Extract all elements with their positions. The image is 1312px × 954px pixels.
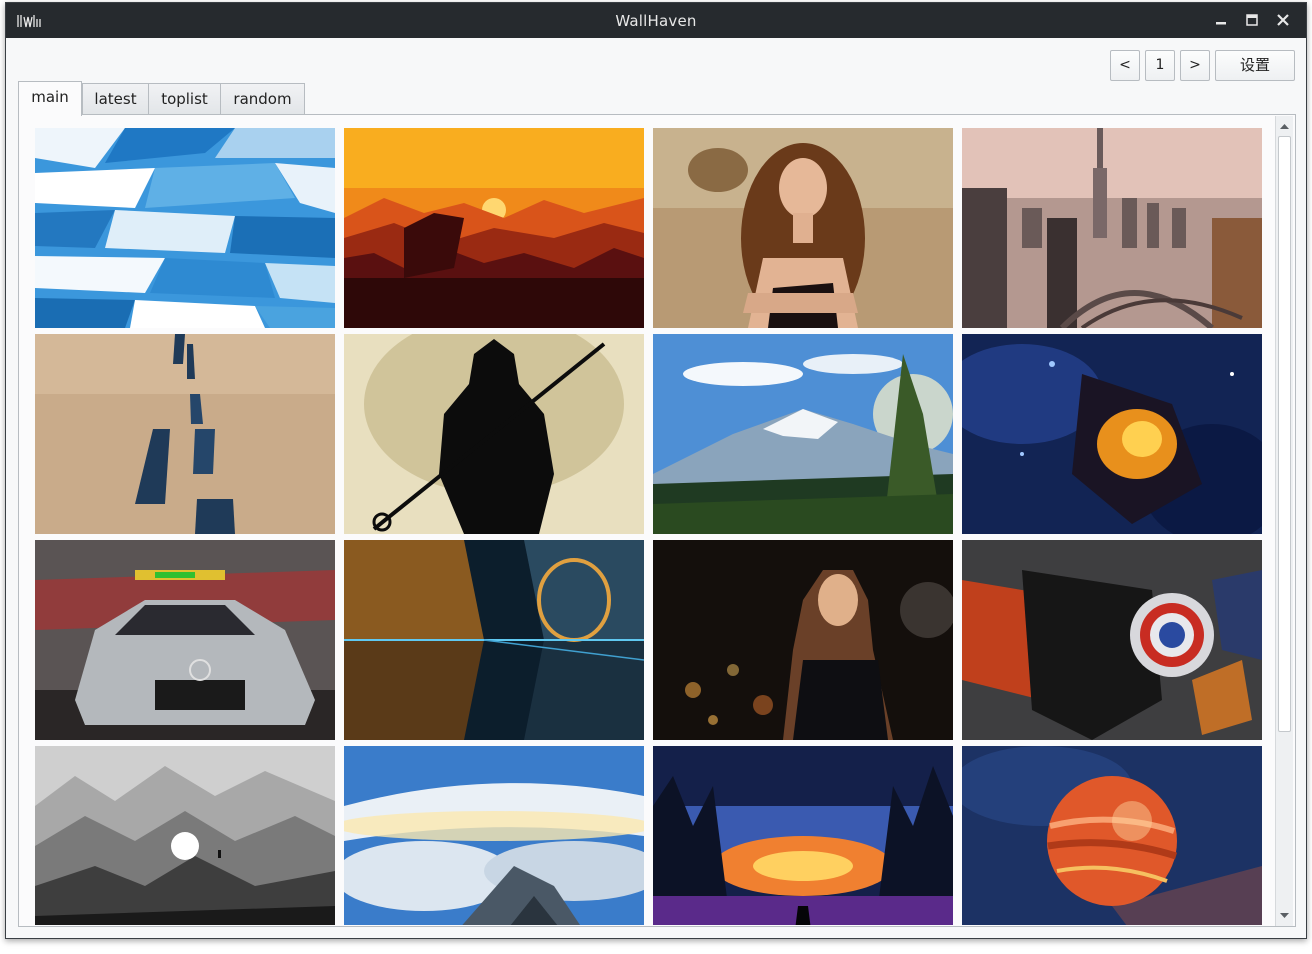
page-number-button[interactable]: 1 bbox=[1145, 50, 1175, 81]
neon-forest-sunset-image bbox=[653, 746, 953, 925]
title-bar[interactable]: WallHaven bbox=[6, 3, 1306, 38]
next-page-button[interactable]: > bbox=[1180, 50, 1210, 81]
settings-button[interactable]: 设置 bbox=[1215, 50, 1295, 81]
sea-of-clouds-image bbox=[344, 746, 644, 925]
tab-main[interactable]: main bbox=[18, 81, 82, 116]
wallpaper-thumbnail[interactable] bbox=[35, 746, 335, 925]
wallpaper-thumbnail[interactable] bbox=[653, 334, 953, 534]
city-skyline-image bbox=[962, 128, 1262, 328]
desert-road-image bbox=[35, 334, 335, 534]
tab-random[interactable]: random bbox=[220, 83, 305, 115]
misty-mountains-image bbox=[35, 746, 335, 925]
wallpaper-thumbnail[interactable] bbox=[962, 128, 1262, 328]
night-city-woman-image bbox=[653, 540, 953, 740]
tab-latest[interactable]: latest bbox=[82, 83, 149, 115]
wallpaper-thumbnail[interactable] bbox=[962, 746, 1262, 925]
previous-page-button[interactable]: < bbox=[1110, 50, 1140, 81]
wallpaper-thumbnail[interactable] bbox=[962, 540, 1262, 740]
wallpaper-thumbnail[interactable] bbox=[344, 128, 644, 328]
curly-hair-woman-image bbox=[653, 128, 953, 328]
scrollbar-thumb[interactable] bbox=[1278, 136, 1291, 732]
snowy-mountain-image bbox=[653, 334, 953, 534]
wallpaper-thumbnail[interactable] bbox=[35, 540, 335, 740]
wallpaper-thumbnail[interactable] bbox=[344, 540, 644, 740]
wallpaper-thumbnail[interactable] bbox=[344, 746, 644, 925]
wallpaper-thumbnail[interactable] bbox=[653, 746, 953, 925]
red-planet-image bbox=[962, 746, 1262, 925]
panther-captain-image bbox=[962, 540, 1262, 740]
wallpaper-thumbnail[interactable] bbox=[653, 128, 953, 328]
safety-car-image bbox=[35, 540, 335, 740]
blue-shards-image bbox=[35, 128, 335, 328]
tab-toplist[interactable]: toplist bbox=[148, 83, 221, 115]
vertical-scrollbar[interactable] bbox=[1275, 116, 1293, 926]
maximize-icon[interactable] bbox=[1243, 11, 1261, 29]
wallpaper-thumbnail[interactable] bbox=[35, 128, 335, 328]
app-window: WallHaven < 1 > 设置 main latest toplist r… bbox=[5, 2, 1307, 939]
window-title: WallHaven bbox=[615, 12, 697, 30]
wallpaper-thumbnail[interactable] bbox=[35, 334, 335, 534]
cosmic-creature-image bbox=[962, 334, 1262, 534]
wallpaper-thumbnail[interactable] bbox=[962, 334, 1262, 534]
sunset-silhouette-image bbox=[344, 128, 644, 328]
wallpaper-thumbnail[interactable] bbox=[653, 540, 953, 740]
scroll-up-arrow-icon[interactable] bbox=[1276, 118, 1293, 135]
minimize-icon[interactable] bbox=[1212, 11, 1230, 29]
neon-city-image bbox=[344, 540, 644, 740]
wallpaper-grid bbox=[35, 128, 1263, 925]
scroll-down-arrow-icon[interactable] bbox=[1276, 907, 1293, 924]
wallpaper-panel bbox=[18, 114, 1296, 927]
wallpaper-thumbnail[interactable] bbox=[344, 334, 644, 534]
samurai-silhouette-image bbox=[344, 334, 644, 534]
close-icon[interactable] bbox=[1274, 11, 1292, 29]
